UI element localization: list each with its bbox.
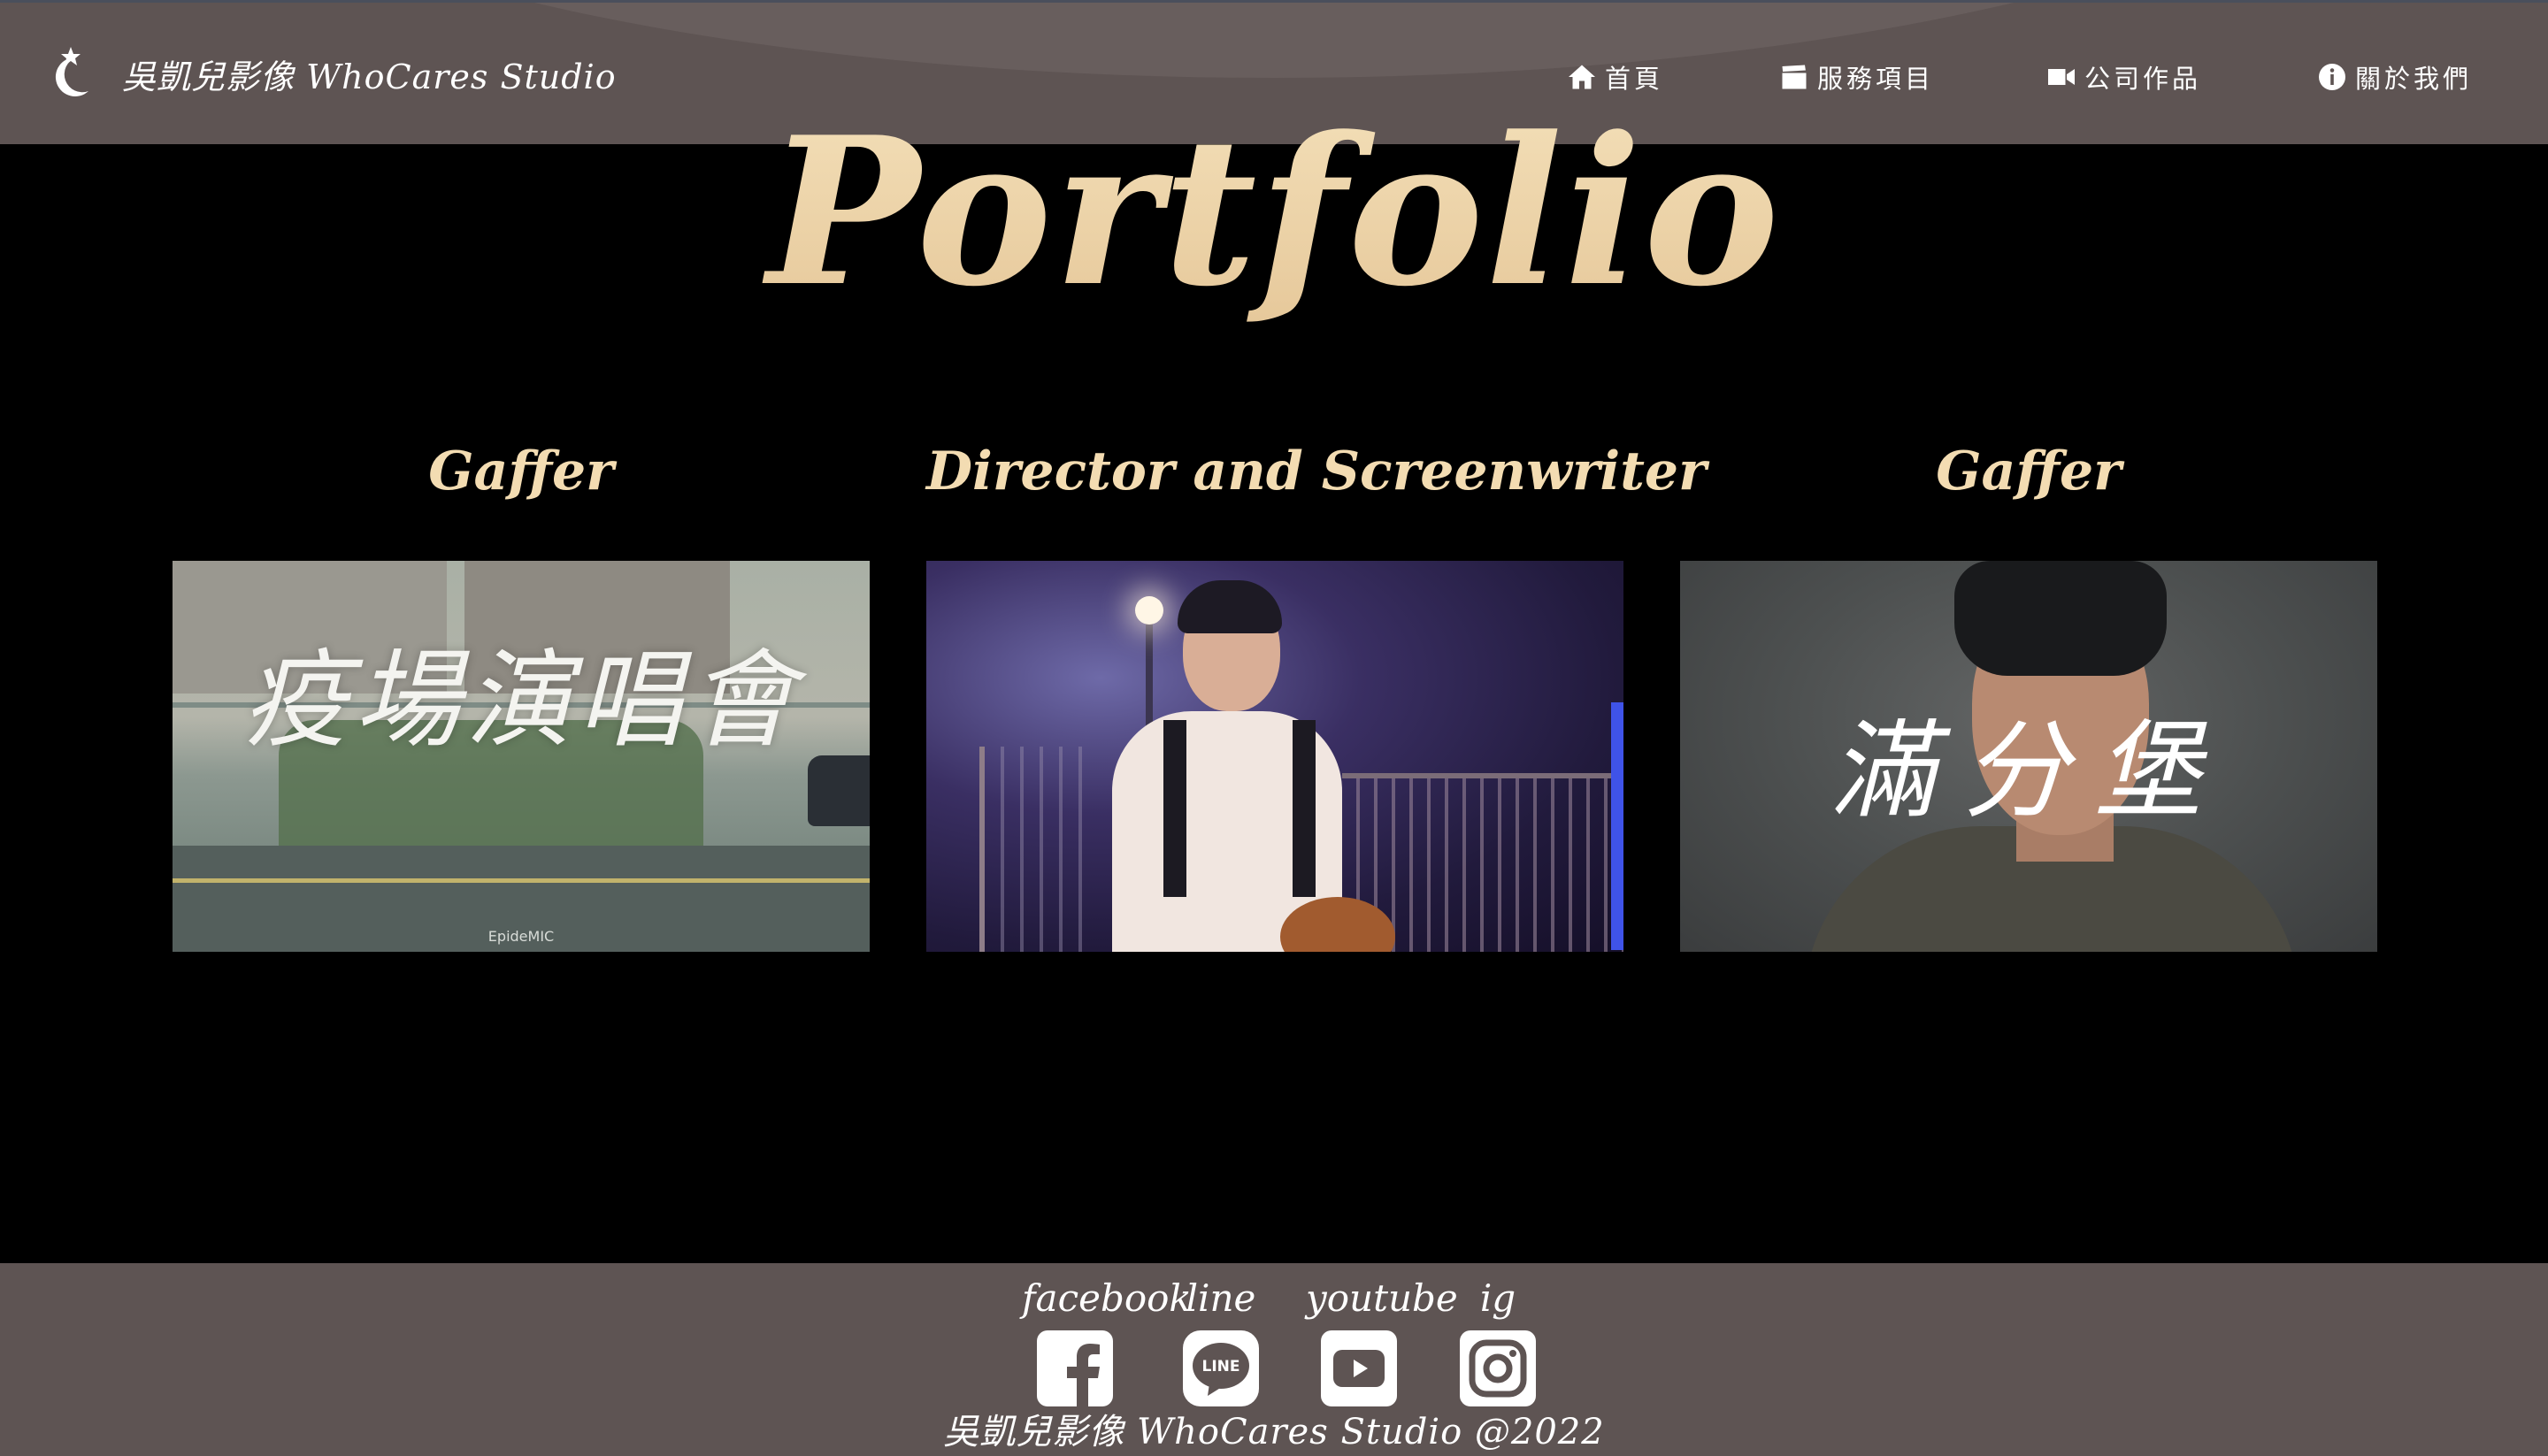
video-camera-icon	[2048, 69, 2075, 85]
thumbnail-title: 滿分堡	[1830, 710, 2228, 833]
nav-item-services[interactable]: 服務項目	[1778, 55, 1934, 99]
social-label: youtube	[1306, 1276, 1458, 1320]
facebook-icon[interactable]	[1037, 1330, 1113, 1406]
footer: facebook line LINE youtube ig 吳凱兒影像 WhoC…	[0, 1263, 2548, 1456]
copyright-text: 吳凱兒影像 WhoCares Studio @2022	[943, 1412, 1605, 1452]
work-thumbnail-full-score[interactable]: 滿分堡	[1680, 561, 2377, 952]
portfolio-card: Gaffer 疫場演唱會 EpideMIC	[173, 432, 870, 952]
work-role: Director and Screenwriter	[926, 441, 1707, 502]
social-label: facebook	[1022, 1276, 1192, 1320]
social-label: ig	[1479, 1276, 1516, 1320]
work-thumbnail-epidemic[interactable]: 疫場演唱會 EpideMIC	[173, 561, 870, 952]
thumbnail-caption: EpideMIC	[487, 928, 555, 945]
thumbnail-title: 疫場演唱會	[242, 640, 800, 762]
nav-item-label: 關於我們	[2355, 64, 2473, 94]
nav-item-label: 首頁	[1605, 64, 1664, 94]
instagram-icon[interactable]	[1460, 1330, 1536, 1406]
work-thumbnail-night-basketball[interactable]	[926, 561, 1623, 952]
work-role: Gaffer	[428, 441, 614, 502]
clapperboard-icon	[1782, 65, 1807, 89]
page-title: Portfolio	[0, 97, 2548, 327]
social-facebook: facebook	[1022, 1274, 1192, 1410]
social-instagram: ig	[1445, 1274, 1551, 1410]
nav-item-works[interactable]: 公司作品	[2045, 55, 2201, 99]
work-role: Gaffer	[1936, 441, 2122, 502]
nav-item-label: 服務項目	[1817, 64, 1935, 94]
nav-item-label: 公司作品	[2084, 64, 2202, 94]
nav-item-about[interactable]: 關於我們	[2316, 55, 2472, 99]
social-label: line	[1186, 1276, 1256, 1320]
social-youtube: youtube	[1306, 1274, 1458, 1410]
info-circle-icon	[2319, 64, 2345, 90]
social-line: line LINE	[1168, 1274, 1274, 1410]
line-icon[interactable]: LINE	[1183, 1330, 1259, 1406]
youtube-icon[interactable]	[1321, 1330, 1397, 1406]
portfolio-card: Director and Screenwriter	[926, 432, 1707, 952]
svg-text:LINE: LINE	[1202, 1358, 1240, 1376]
home-icon	[1569, 65, 1595, 89]
portfolio-card: Gaffer 滿分堡	[1680, 432, 2377, 952]
